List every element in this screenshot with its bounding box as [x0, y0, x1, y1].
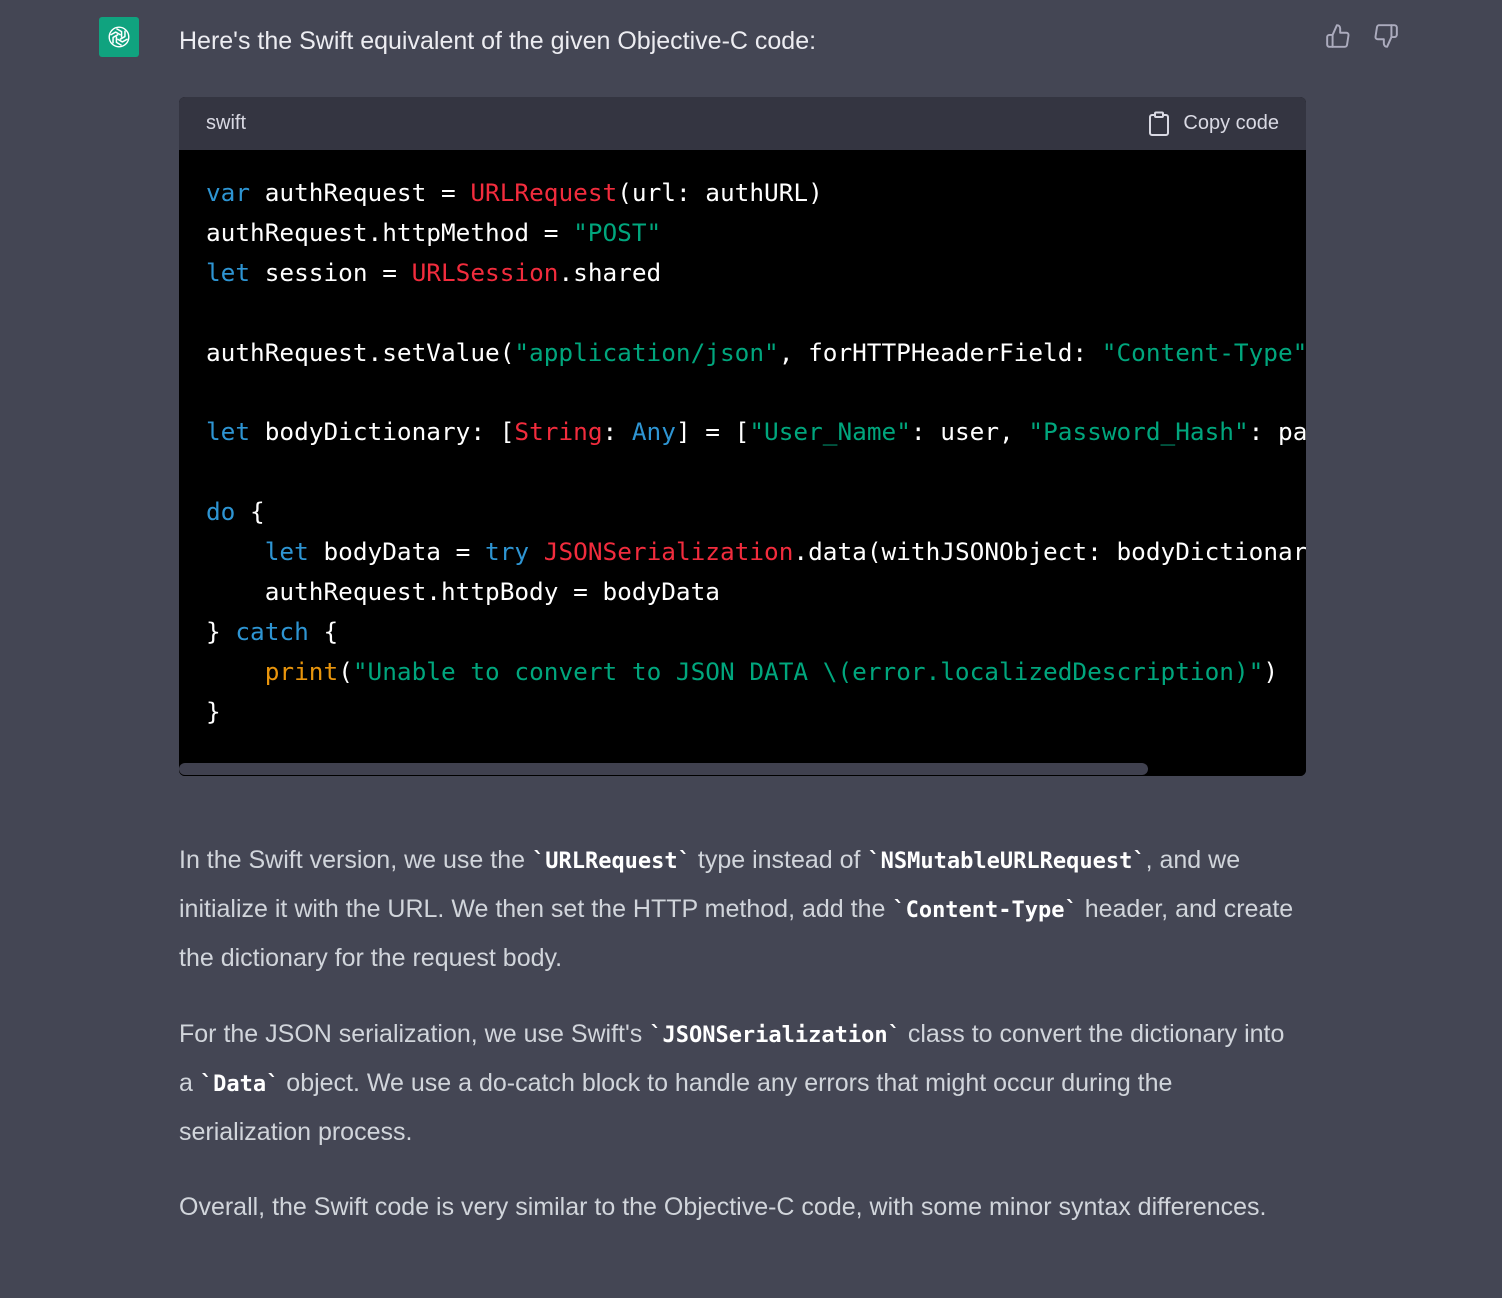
code-header: swift Copy code — [179, 97, 1306, 150]
code-token: "User_Name" — [749, 417, 911, 447]
code-line: let bodyData = try JSONSerialization.dat… — [206, 537, 1306, 566]
code-token: try — [485, 537, 530, 567]
thumbs-down-icon — [1374, 24, 1398, 48]
inline-code: `NSMutableURLRequest` — [867, 849, 1146, 874]
code-token: print — [264, 656, 339, 686]
code-token: let — [206, 417, 251, 447]
thumbs-down-button[interactable] — [1372, 22, 1400, 50]
code-token: bodyDictionary: [ — [250, 417, 515, 447]
thumbs-up-icon — [1326, 24, 1350, 48]
code-token: } — [206, 616, 236, 646]
code-token: , forHTTPHeaderField: — [778, 337, 1102, 367]
code-token: ] = [ — [675, 417, 750, 447]
code-token: let — [264, 537, 309, 567]
code-token: "Content-Type" — [1101, 337, 1306, 367]
copy-code-label: Copy code — [1183, 112, 1279, 134]
inline-code: `Content-Type` — [892, 897, 1078, 923]
horizontal-scrollbar[interactable] — [179, 762, 1306, 776]
inline-code: `URLRequest` — [531, 849, 691, 874]
code-token: "Password_Hash" — [1028, 417, 1249, 447]
code-line: var authRequest = URLRequest(url: authUR… — [206, 178, 823, 207]
code-token: : — [602, 417, 632, 447]
code-line: authRequest.setValue("application/json",… — [206, 338, 1306, 367]
code-token: let — [206, 257, 251, 287]
code-token: String — [514, 417, 603, 447]
clipboard-icon — [1149, 111, 1170, 136]
inline-code: `Data` — [199, 1071, 280, 1097]
code-token: authRequest.setValue( — [206, 337, 515, 367]
code-token: "application/json" — [514, 337, 779, 367]
code-block: swift Copy code var authRequest = URLReq… — [179, 97, 1306, 776]
paragraph-text: For the JSON serialization, we use Swift… — [179, 1020, 650, 1048]
code-token: ) — [1263, 656, 1278, 686]
code-token: : user, — [910, 417, 1029, 447]
assistant-intro: Here's the Swift equivalent of the given… — [179, 27, 817, 55]
code-content: var authRequest = URLRequest(url: authUR… — [179, 150, 1306, 732]
code-token: Any — [631, 417, 676, 447]
code-token: URLRequest — [470, 178, 618, 207]
code-token: } — [206, 696, 221, 726]
code-line: } — [206, 697, 221, 726]
code-line: do { — [206, 497, 265, 526]
code-line: print("Unable to convert to JSON DATA \(… — [206, 657, 1278, 686]
code-token: "Unable to convert to JSON DATA \(error.… — [352, 656, 1264, 686]
openai-logo-icon — [108, 26, 130, 48]
code-token: JSONSerialization — [543, 537, 794, 567]
paragraph-text: object. We use a do-catch block to handl… — [179, 1068, 1173, 1146]
code-line: let bodyDictionary: [String: Any] = ["Us… — [206, 417, 1306, 446]
inline-code: `JSONSerialization` — [649, 1023, 901, 1048]
explanation-paragraph-3: Overall, the Swift code is very similar … — [179, 1184, 1304, 1231]
paragraph-text: type instead of — [690, 846, 868, 874]
code-token: authRequest.httpBody = bodyData — [206, 577, 720, 607]
paragraph-text: In the Swift version, we use the — [179, 846, 532, 874]
code-token: catch — [235, 616, 309, 646]
code-token: do — [206, 497, 236, 527]
code-token: ( — [338, 656, 353, 686]
code-token: (url: authURL) — [617, 178, 823, 207]
scrollbar-thumb[interactable] — [179, 763, 1149, 775]
paragraph-text: Overall, the Swift code is very similar … — [179, 1193, 1267, 1221]
code-line: let session = URLSession.shared — [206, 258, 661, 287]
code-token: "POST" — [573, 217, 662, 247]
code-token: authRequest.httpMethod = — [206, 217, 574, 247]
explanation-paragraph-2: For the JSON serialization, we use Swift… — [179, 1011, 1304, 1155]
code-token: : passwo — [1248, 417, 1306, 447]
code-token: .data(withJSONObject: bodyDictionary, o — [793, 537, 1306, 567]
code-token: bodyData = — [308, 537, 486, 567]
code-token: URLSession — [411, 257, 559, 287]
code-token: { — [235, 497, 265, 527]
code-token: session = — [250, 257, 412, 287]
copy-code-button[interactable]: Copy code — [1147, 111, 1279, 137]
explanation-paragraph-1: In the Swift version, we use the `URLReq… — [179, 837, 1304, 981]
code-token: { — [308, 616, 339, 646]
code-token: authRequest = — [250, 178, 471, 207]
code-token: var — [206, 178, 251, 207]
code-language-label: swift — [206, 112, 246, 134]
thumbs-up-button[interactable] — [1324, 22, 1352, 50]
assistant-avatar — [99, 17, 139, 57]
code-token: .shared — [558, 257, 662, 287]
feedback-buttons — [1324, 22, 1400, 50]
code-body: var authRequest = URLRequest(url: authUR… — [179, 150, 1306, 776]
code-line: authRequest.httpMethod = "POST" — [206, 218, 661, 247]
code-line: } catch { — [206, 617, 338, 646]
code-line: authRequest.httpBody = bodyData — [206, 577, 720, 606]
